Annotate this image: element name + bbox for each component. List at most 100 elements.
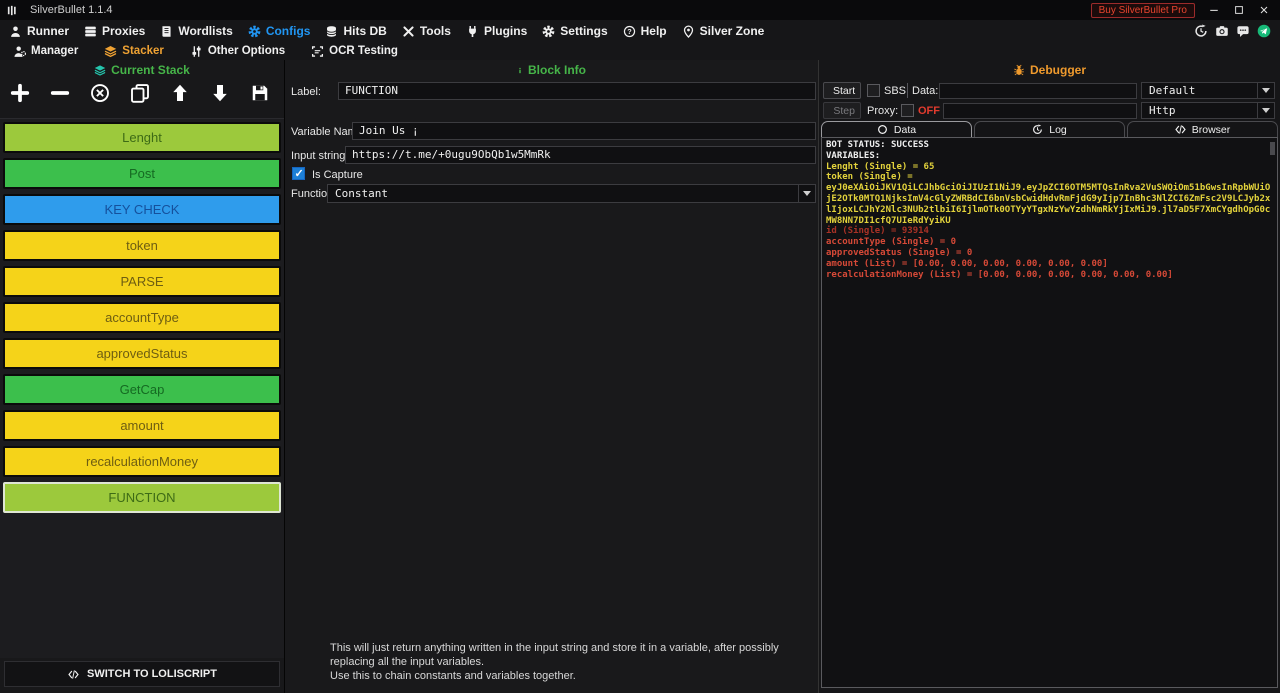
main-menubar: Runner Proxies Wordlists Configs Hits DB Tool…: [0, 20, 1280, 42]
stack-block-recalculationmoney[interactable]: recalculationMoney: [3, 446, 281, 477]
settings-icon: [542, 25, 555, 38]
move-down-block-button[interactable]: [210, 83, 230, 103]
console-line: eyJ0eXAiOiJKV1QiLCJhbGciOiJIUzI1NiJ9.eyJ…: [826, 183, 1273, 226]
subnav-item-stacker[interactable]: Stacker: [104, 45, 164, 58]
function-dropdown[interactable]: Constant: [327, 184, 816, 203]
debugger-tabs: DataLogBrowser: [820, 121, 1279, 137]
menu-item-tools[interactable]: Tools: [402, 24, 451, 38]
chat-icon[interactable]: [1236, 24, 1250, 38]
proxy-off-badge: OFF: [918, 105, 940, 117]
stack-block-post[interactable]: Post: [3, 158, 281, 189]
code-icon: [1175, 124, 1186, 135]
console-line: approvedStatus (Single) = 0: [826, 248, 1273, 259]
stack-block-key-check[interactable]: KEY CHECK: [3, 194, 281, 225]
sbs-checkbox[interactable]: [867, 84, 880, 97]
console-line: BOT STATUS: SUCCESS: [826, 140, 1273, 151]
input-string-label: Input string:: [291, 150, 348, 162]
stack-block-token[interactable]: token: [3, 230, 281, 261]
menu-item-runner[interactable]: Runner: [9, 24, 69, 38]
input-string-input[interactable]: https://t.me/+0ugu9ObQb1w5MmRk: [345, 146, 816, 164]
hitsdb-icon: [325, 25, 338, 38]
debugger-title: Debugger: [1030, 63, 1086, 77]
menu-item-settings[interactable]: Settings: [542, 24, 607, 38]
data-label: Data:: [912, 85, 938, 97]
menu-item-wordlists[interactable]: Wordlists: [160, 24, 232, 38]
app-logo-icon: [6, 4, 18, 17]
manager-icon: [13, 45, 26, 58]
chevron-down-icon: [798, 185, 815, 202]
current-stack-title: Current Stack: [111, 63, 190, 77]
debugger-panel: Debugger Start SBS Data: Default Step Pr…: [818, 60, 1280, 693]
block-info-panel: Block Info Label: FUNCTION Variable Name…: [285, 60, 818, 693]
history-icon: [1032, 124, 1043, 135]
debugger-console[interactable]: BOT STATUS: SUCCESSVARIABLES:Lenght (Sin…: [821, 137, 1278, 688]
subnav-item-ocr-testing[interactable]: OCR Testing: [311, 45, 398, 58]
proxy-input[interactable]: [943, 103, 1137, 119]
console-line: amount (List) = [0.00, 0.00, 0.00, 0.00,…: [826, 259, 1273, 270]
stack-block-function[interactable]: FUNCTION: [3, 482, 281, 513]
info-icon: [517, 64, 523, 77]
debugger-tab-data[interactable]: Data: [821, 121, 972, 137]
scrollbar-thumb[interactable]: [1270, 142, 1275, 155]
proxies-icon: [84, 25, 97, 38]
switch-to-loliscript-button[interactable]: SWITCH TO LOLISCRIPT: [4, 661, 280, 687]
debugger-tab-browser[interactable]: Browser: [1127, 121, 1278, 137]
move-up-block-button[interactable]: [170, 83, 190, 103]
clear-block-button[interactable]: [90, 83, 110, 103]
start-button[interactable]: Start: [823, 82, 861, 99]
help-icon: ?: [623, 25, 636, 38]
label-field-label: Label:: [291, 86, 321, 98]
history-icon[interactable]: [1194, 24, 1208, 38]
otheroptions-icon: [190, 45, 203, 58]
variable-name-input[interactable]: Join Us ¡: [352, 122, 816, 140]
console-line: id (Single) = 93914: [826, 226, 1273, 237]
stack-block-amount[interactable]: amount: [3, 410, 281, 441]
step-button[interactable]: Step: [823, 102, 861, 119]
stack-block-accounttype[interactable]: accountType: [3, 302, 281, 333]
subnav-item-manager[interactable]: Manager: [13, 45, 78, 58]
stack-block-parse[interactable]: PARSE: [3, 266, 281, 297]
menu-item-configs[interactable]: Configs: [248, 24, 311, 38]
is-capture-label: Is Capture: [312, 169, 363, 181]
stack-block-approvedstatus[interactable]: approvedStatus: [3, 338, 281, 369]
menu-item-help[interactable]: ?Help: [623, 24, 667, 38]
debugger-tab-log[interactable]: Log: [974, 121, 1125, 137]
block-info-title: Block Info: [528, 63, 586, 77]
remove-block-button[interactable]: [50, 83, 70, 103]
stack-toolbar: [10, 79, 270, 106]
stack-block-getcap[interactable]: GetCap: [3, 374, 281, 405]
data-input[interactable]: [939, 83, 1137, 99]
current-stack-panel: Current Stack Lenght Post KEY CHECK token PA…: [0, 60, 285, 693]
minimize-icon[interactable]: [1208, 4, 1220, 16]
code-icon: [67, 669, 80, 680]
subnav-item-other-options[interactable]: Other Options: [190, 45, 285, 58]
titlebar: SilverBullet 1.1.4 Buy SilverBullet Pro: [0, 0, 1280, 20]
config-subnav: Manager Stacker Other Options OCR Testing: [0, 42, 1280, 60]
console-line: VARIABLES:: [826, 151, 1273, 162]
proxy-checkbox[interactable]: [901, 104, 914, 117]
menu-item-plugins[interactable]: Plugins: [466, 24, 527, 38]
is-capture-checkbox[interactable]: [292, 167, 305, 180]
clone-block-button[interactable]: [130, 83, 150, 103]
close-icon[interactable]: [1258, 4, 1270, 16]
svg-text:?: ?: [627, 27, 632, 36]
label-input[interactable]: FUNCTION: [338, 82, 816, 100]
circleo-icon: [877, 124, 888, 135]
add-block-button[interactable]: [10, 83, 30, 103]
chevron-down-icon: [1257, 103, 1274, 118]
proxy-type-dropdown[interactable]: Http: [1141, 102, 1275, 119]
save-block-button[interactable]: [250, 83, 270, 103]
divider: [907, 83, 908, 98]
menu-item-silver-zone[interactable]: Silver Zone: [682, 24, 765, 38]
menu-item-proxies[interactable]: Proxies: [84, 24, 145, 38]
menu-item-hits-db[interactable]: Hits DB: [325, 24, 386, 38]
telegram-icon[interactable]: [1257, 24, 1271, 38]
wordlist-type-dropdown[interactable]: Default: [1141, 82, 1275, 99]
camera-icon[interactable]: [1215, 24, 1229, 38]
maximize-icon[interactable]: [1233, 4, 1245, 16]
bug-icon: [1013, 64, 1025, 77]
stack-block-lenght[interactable]: Lenght: [3, 122, 281, 153]
console-line: Lenght (Single) = 65: [826, 162, 1273, 173]
wordlists-icon: [160, 25, 173, 38]
buy-silverbullet-pro-button[interactable]: Buy SilverBullet Pro: [1091, 3, 1195, 18]
